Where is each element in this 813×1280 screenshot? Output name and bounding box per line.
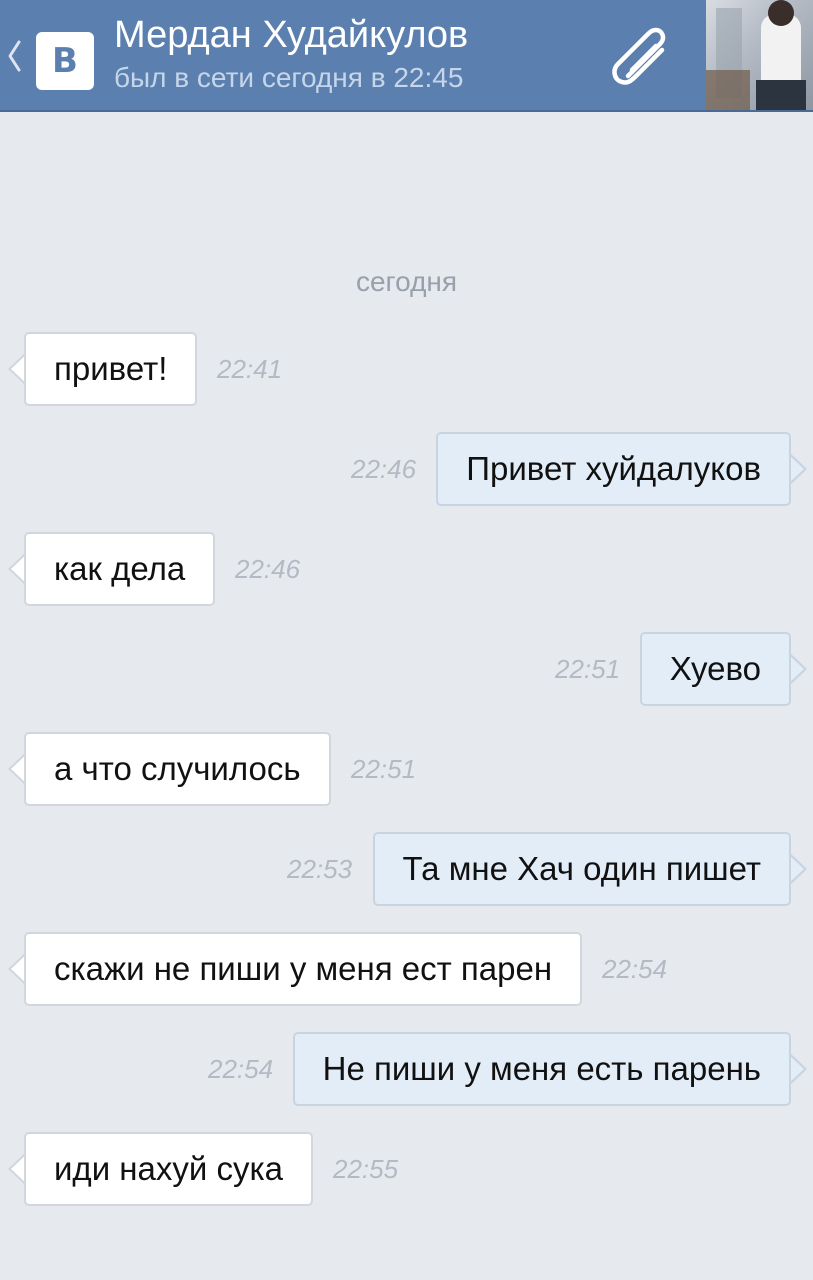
message-bubble[interactable]: Хуево	[639, 632, 791, 706]
message-bubble[interactable]: привет!	[24, 332, 198, 406]
outgoing-message: Привет хуйдалуков 22:46	[0, 432, 813, 512]
incoming-message: скажи не пиши у меня ест парен 22:54	[0, 932, 813, 1012]
message-time: 22:53	[287, 854, 353, 884]
message-bubble[interactable]: как дела	[24, 532, 216, 606]
contact-avatar[interactable]	[706, 0, 813, 110]
message-bubble[interactable]: скажи не пиши у меня ест парен	[24, 932, 583, 1006]
bubble-tail	[788, 452, 807, 486]
outgoing-message: Не пиши у меня есть парень 22:54	[0, 1032, 813, 1112]
message-time: 22:54	[208, 1054, 274, 1084]
message-time: 22:54	[602, 954, 668, 984]
message-bubble[interactable]: Привет хуйдалуков	[436, 432, 791, 506]
bubble-tail	[788, 852, 807, 886]
message-time: 22:41	[217, 354, 283, 384]
message-bubble[interactable]: а что случилось	[24, 732, 331, 806]
message-bubble[interactable]: Не пиши у меня есть парень	[292, 1032, 791, 1106]
vk-logo-letter: В	[52, 41, 78, 81]
contact-status: был в сети сегодня в 22:45	[114, 62, 464, 93]
message-time: 22:51	[351, 754, 417, 784]
bubble-tail	[788, 652, 807, 686]
bubble-tail	[788, 1052, 807, 1086]
paperclip-icon[interactable]	[606, 24, 678, 88]
incoming-message: привет! 22:41	[0, 332, 813, 412]
message-bubble[interactable]: иди нахуй сука	[24, 1132, 313, 1206]
chevron-left-icon[interactable]	[6, 38, 22, 74]
message-time: 22:51	[555, 654, 621, 684]
message-time: 22:46	[351, 454, 417, 484]
outgoing-message: Хуево 22:51	[0, 632, 813, 712]
chat-header: В Мердан Худайкулов был в сети сегодня в…	[0, 0, 813, 112]
vk-logo[interactable]: В	[36, 32, 94, 90]
message-bubble[interactable]: Та мне Хач один пишет	[372, 832, 791, 906]
contact-name[interactable]: Мердан Худайкулов	[114, 14, 468, 57]
message-time: 22:46	[235, 554, 301, 584]
date-separator: сегодня	[355, 266, 458, 297]
message-time: 22:55	[333, 1154, 399, 1184]
incoming-message: иди нахуй сука 22:55	[0, 1132, 813, 1212]
incoming-message: как дела 22:46	[0, 532, 813, 612]
incoming-message: а что случилось 22:51	[0, 732, 813, 812]
outgoing-message: Та мне Хач один пишет 22:53	[0, 832, 813, 912]
